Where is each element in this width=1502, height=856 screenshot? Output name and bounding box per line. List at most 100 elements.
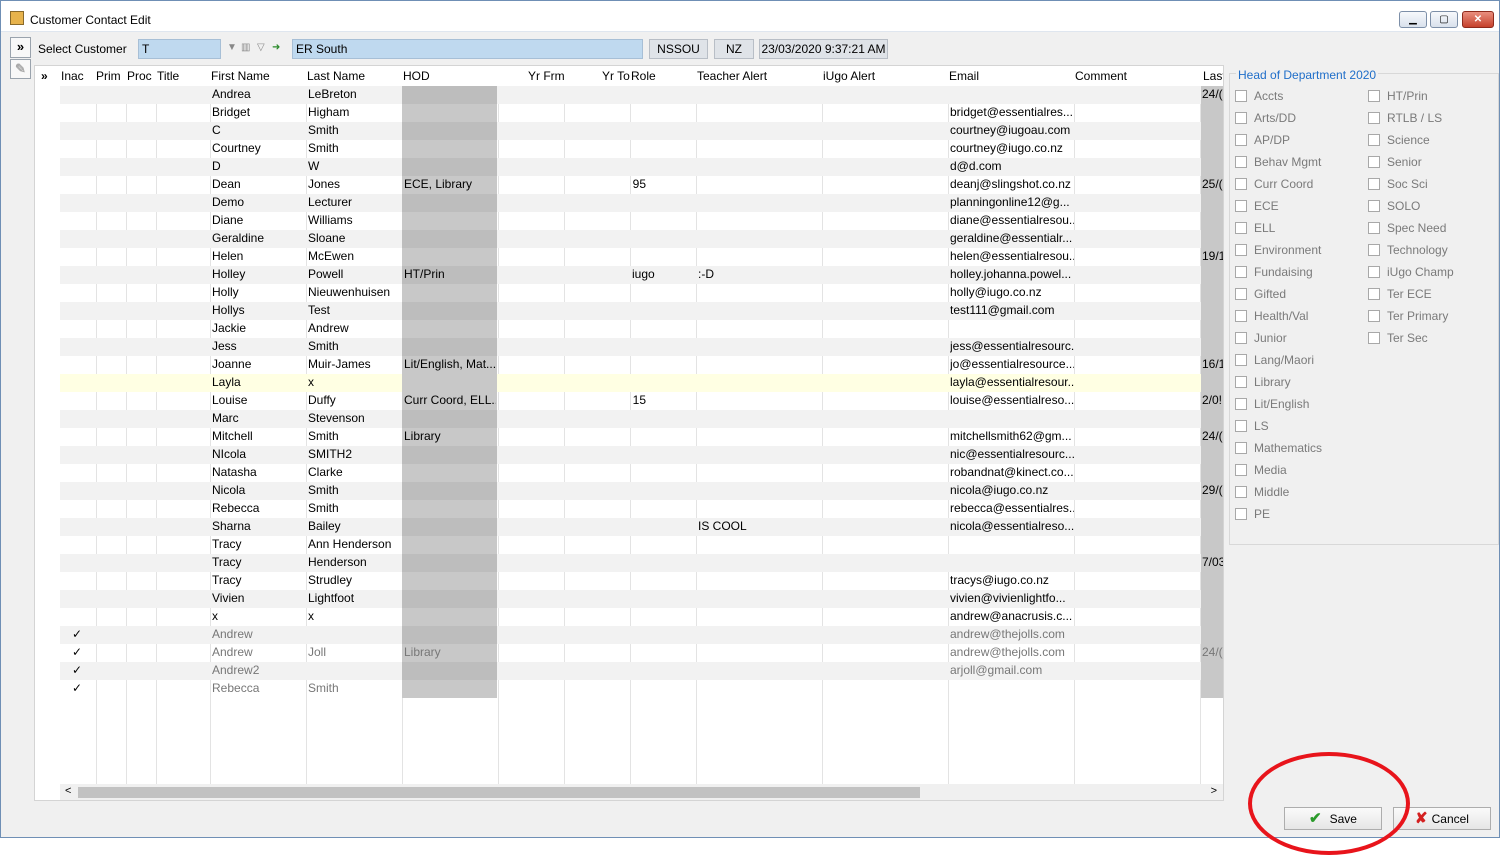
table-row[interactable]: Mitchell Smith Library mitchellsmith62@gm..… (60, 428, 1223, 446)
cell-last[interactable]: SMITH2 (308, 447, 402, 461)
cell-email[interactable]: vivien@vivienlightfo... (950, 591, 1074, 605)
cell-first[interactable]: Geraldine (212, 231, 306, 245)
col-title[interactable]: Title (157, 69, 179, 83)
grid-expand-button[interactable]: » (41, 69, 48, 83)
cell-email[interactable]: andrew@thejolls.com (950, 645, 1074, 659)
cell-email[interactable]: layla@essentialresour... (950, 375, 1074, 389)
checkbox-box[interactable] (1368, 90, 1380, 102)
table-row[interactable]: Tracy Ann Henderson (60, 536, 1223, 554)
cell-last[interactable]: Smith (308, 483, 402, 497)
cell-email[interactable]: courtney@iugoau.com (950, 123, 1074, 137)
col-role[interactable]: Role (631, 69, 656, 83)
table-row[interactable]: ✓ Andrew Joll Library andrew@thejolls.com 24/… (60, 644, 1223, 662)
cell-email[interactable]: andrew@anacrusis.c... (950, 609, 1074, 623)
checkbox-box[interactable] (1235, 288, 1247, 300)
cell-last[interactable]: x (308, 609, 402, 623)
cell-first[interactable]: Diane (212, 213, 306, 227)
table-row[interactable]: Andrea LeBreton 24/( (60, 86, 1223, 104)
checkbox-box[interactable] (1235, 134, 1247, 146)
cell-ta[interactable]: IS COOL (698, 519, 818, 533)
cell-email[interactable]: holly@iugo.co.nz (950, 285, 1074, 299)
checkbox-box[interactable] (1235, 508, 1247, 520)
table-row[interactable]: ✓ Andrew andrew@thejolls.com (60, 626, 1223, 644)
table-row[interactable]: Geraldine Sloane geraldine@essentialr... (60, 230, 1223, 248)
scroll-left-icon[interactable]: < (65, 785, 71, 797)
cell-first[interactable]: Holly (212, 285, 306, 299)
cell-hod[interactable]: Lit/English, Mat... (404, 357, 496, 371)
checkbox-box[interactable] (1235, 200, 1247, 212)
table-row[interactable]: Dean Jones ECE, Library 95 deanj@slingshot.c… (60, 176, 1223, 194)
cell-email[interactable]: jo@essentialresource... (950, 357, 1074, 371)
cell-email[interactable]: holley.johanna.powel... (950, 267, 1074, 281)
checkbox-box[interactable] (1235, 486, 1247, 498)
cell-first[interactable]: Jess (212, 339, 306, 353)
cell-first[interactable]: Andrew (212, 627, 306, 641)
cell-lastcol[interactable]: 16/1 (1202, 357, 1223, 371)
col-first-name[interactable]: First Name (211, 69, 270, 83)
cell-first[interactable]: Courtney (212, 141, 306, 155)
checkbox-box[interactable] (1235, 244, 1247, 256)
close-button[interactable]: ✕ (1462, 11, 1494, 28)
table-row[interactable]: Natasha Clarke robandnat@kinect.co... (60, 464, 1223, 482)
cell-last[interactable]: Test (308, 303, 402, 317)
binoculars-icon[interactable]: ▥ (241, 42, 250, 53)
col-email[interactable]: Email (949, 69, 979, 83)
cell-last[interactable]: McEwen (308, 249, 402, 263)
cell-first[interactable]: Nicola (212, 483, 306, 497)
cell-inac[interactable]: ✓ (72, 663, 92, 677)
checkbox-box[interactable] (1235, 90, 1247, 102)
checkbox-box[interactable] (1368, 266, 1380, 278)
cell-last[interactable]: Smith (308, 339, 402, 353)
expand-panel-button[interactable]: » (10, 37, 31, 58)
cell-email[interactable]: test111@gmail.com (950, 303, 1074, 317)
checkbox-box[interactable] (1235, 398, 1247, 410)
scroll-right-icon[interactable]: > (1211, 785, 1217, 797)
cell-role[interactable]: iugo (632, 267, 692, 281)
table-row[interactable]: C Smith courtney@iugoau.com (60, 122, 1223, 140)
cell-first[interactable]: Holley (212, 267, 306, 281)
checkbox-box[interactable] (1235, 464, 1247, 476)
checkbox-box[interactable] (1235, 420, 1247, 432)
cell-first[interactable]: D (212, 159, 306, 173)
cell-last[interactable]: LeBreton (308, 87, 402, 101)
table-row[interactable]: Marc Stevenson (60, 410, 1223, 428)
cell-yrto[interactable]: 15 (616, 393, 646, 407)
cell-first[interactable]: Tracy (212, 573, 306, 587)
maximize-button[interactable]: ▢ (1430, 11, 1458, 28)
table-row[interactable]: Louise Duffy Curr Coord, ELL... 15 louise@es… (60, 392, 1223, 410)
cell-first[interactable]: Layla (212, 375, 306, 389)
cell-last[interactable]: Jones (308, 177, 402, 191)
checkbox-box[interactable] (1368, 222, 1380, 234)
table-row[interactable]: Holly Nieuwenhuisen holly@iugo.co.nz (60, 284, 1223, 302)
cell-lastcol[interactable]: 7/03 (1202, 555, 1223, 569)
cell-first[interactable]: Hollys (212, 303, 306, 317)
filter-icon[interactable]: ▽ (257, 42, 265, 53)
cell-first[interactable]: Louise (212, 393, 306, 407)
cell-last[interactable]: Lecturer (308, 195, 402, 209)
cell-hod[interactable]: Library (404, 645, 496, 659)
table-row[interactable]: ✓ Andrew2 arjoll@gmail.com (60, 662, 1223, 680)
table-row[interactable]: Tracy Henderson 7/03 (60, 554, 1223, 572)
cell-email[interactable]: geraldine@essentialr... (950, 231, 1074, 245)
cell-first[interactable]: NIcola (212, 447, 306, 461)
cell-last[interactable]: Stevenson (308, 411, 402, 425)
checkbox-box[interactable] (1235, 310, 1247, 322)
cell-inac[interactable]: ✓ (72, 681, 92, 695)
table-row[interactable]: Bridget Higham bridget@essentialres... (60, 104, 1223, 122)
horizontal-scrollbar[interactable]: < > (60, 784, 1223, 800)
checkbox-box[interactable] (1235, 442, 1247, 454)
scrollbar-thumb[interactable] (78, 787, 920, 798)
cell-last[interactable]: Bailey (308, 519, 402, 533)
col-last-name[interactable]: Last Name (307, 69, 365, 83)
cell-last[interactable]: Sloane (308, 231, 402, 245)
table-row[interactable]: Diane Williams diane@essentialresou... (60, 212, 1223, 230)
cell-email[interactable]: nic@essentialresourc... (950, 447, 1074, 461)
cell-first[interactable]: x (212, 609, 306, 623)
table-row[interactable]: Hollys Test test111@gmail.com (60, 302, 1223, 320)
cell-email[interactable]: rebecca@essentialres... (950, 501, 1074, 515)
cell-first[interactable]: Marc (212, 411, 306, 425)
checkbox-box[interactable] (1235, 222, 1247, 234)
cell-lastcol[interactable]: 24/( (1202, 645, 1223, 659)
table-row[interactable]: x x andrew@anacrusis.c... (60, 608, 1223, 626)
cell-last[interactable]: Clarke (308, 465, 402, 479)
